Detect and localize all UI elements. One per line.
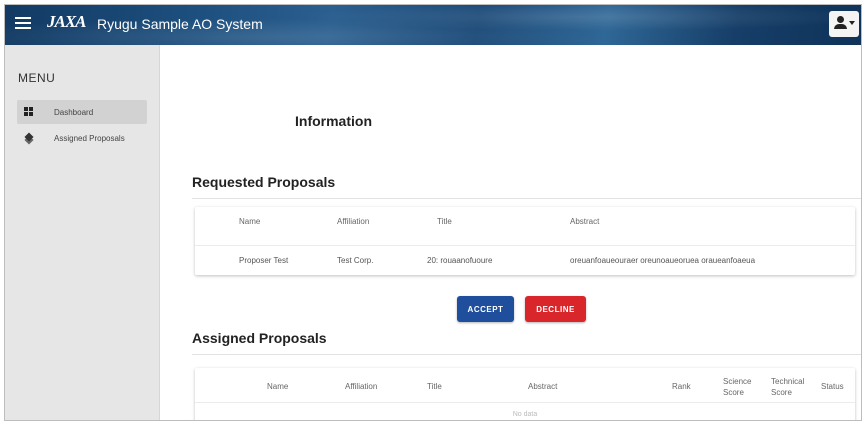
column-header-rank: Rank [672,382,691,391]
sidebar-item-label: Assigned Proposals [54,133,125,143]
caret-down-icon [849,21,855,25]
column-header-status: Status [821,382,844,391]
column-header-name: Name [267,382,289,391]
dashboard-icon [24,107,34,117]
app-window: JAXA Ryugu Sample AO System MENU Dashboa… [4,4,862,421]
column-header-technical-score: Technical Score [771,377,805,397]
sidebar-item-label: Dashboard [54,107,94,117]
decline-button[interactable]: DECLINE [525,296,586,322]
column-header-science-score: Science Score [723,377,752,397]
cell-affiliation: Test Corp. [337,256,374,265]
page-title: Information [295,113,372,129]
accept-button[interactable]: ACCEPT [457,296,514,322]
user-icon [837,16,844,23]
cell-abstract: oreuanfoaueouraer oreunoaueoruea orauean… [570,256,756,265]
requested-proposals-title: Requested Proposals [192,174,336,190]
column-header-abstract: Abstract [528,382,558,391]
column-header-affiliation: Affiliation [337,217,370,226]
assigned-proposals-title: Assigned Proposals [192,330,327,346]
column-header-name: Name [239,217,261,226]
sidebar: MENU Dashboard Assigned Proposals [5,45,160,420]
column-header-affiliation: Affiliation [345,382,378,391]
hamburger-menu-icon[interactable] [15,15,31,31]
user-menu-button[interactable] [829,11,859,37]
empty-state-text: No data [512,411,538,418]
main-content: Information Requested Proposals Name Aff… [161,45,861,420]
column-header-abstract: Abstract [570,217,600,226]
divider [192,198,861,199]
layers-icon [24,132,34,145]
assigned-proposals-table: Name Affiliation Title Abstract Rank Sci… [195,368,855,420]
menu-label: MENU [18,71,56,85]
cell-name: Proposer Test [239,256,289,265]
requested-proposals-table: Name Affiliation Title Abstract Proposer… [195,207,855,275]
app-title: Ryugu Sample AO System [97,16,263,32]
top-app-bar: JAXA Ryugu Sample AO System [5,5,861,45]
jaxa-logo: JAXA [47,12,87,31]
cell-title: 20: rouaanofuoure [427,256,493,265]
column-header-title: Title [427,382,442,391]
sidebar-item-dashboard[interactable]: Dashboard [17,100,147,124]
sidebar-item-assigned-proposals[interactable]: Assigned Proposals [17,126,147,150]
divider [192,354,861,355]
column-header-title: Title [437,217,452,226]
